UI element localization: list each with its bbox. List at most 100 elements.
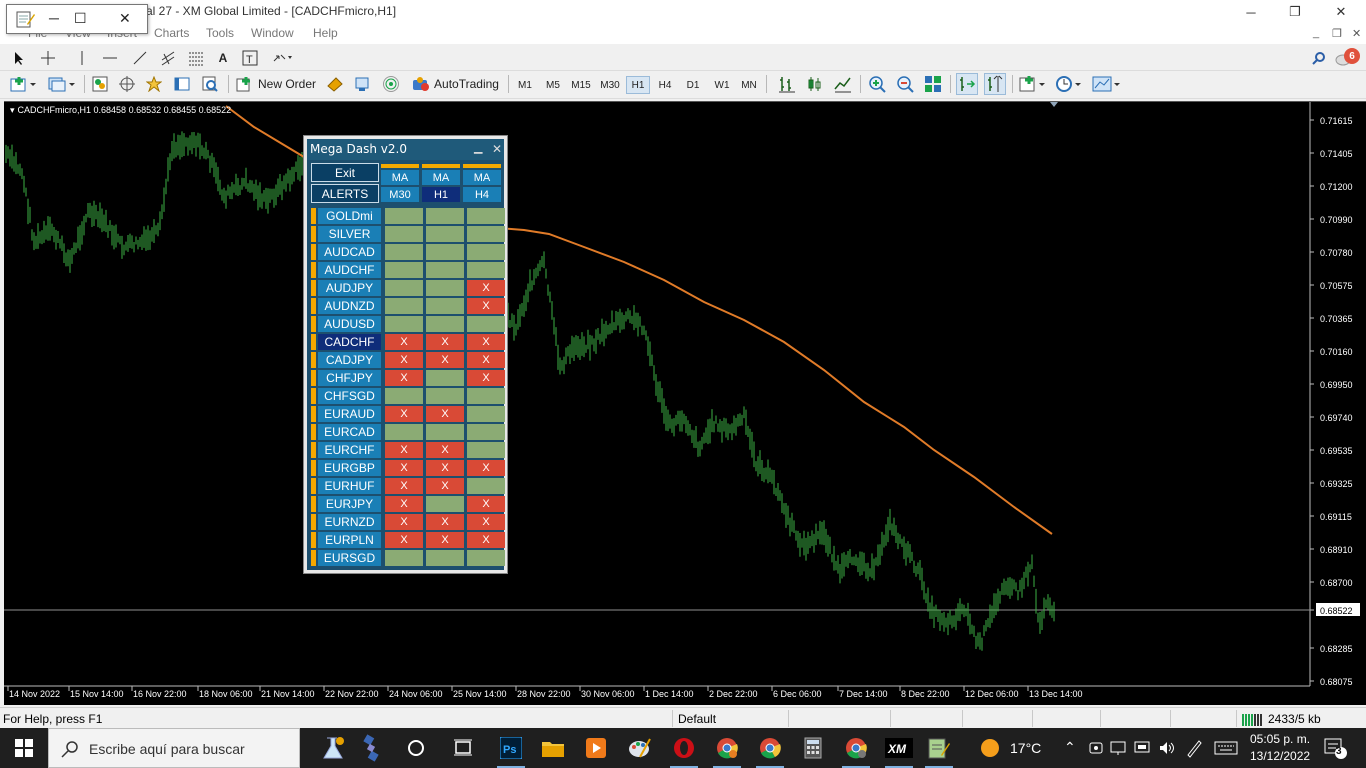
pen-icon[interactable] <box>1184 738 1204 758</box>
signal-cell[interactable]: X <box>385 370 423 386</box>
signal-cell[interactable]: X <box>426 514 464 530</box>
signal-cell[interactable]: X <box>467 532 505 548</box>
symbol-button[interactable]: CHFSGD <box>318 388 381 404</box>
weather-temperature[interactable]: 17°C <box>1010 740 1041 756</box>
terminal-icon[interactable] <box>172 73 192 95</box>
file-explorer-icon[interactable] <box>541 736 565 760</box>
symbol-row[interactable]: AUDJPY X <box>311 280 505 296</box>
timeframe-d1[interactable]: D1 <box>682 76 704 94</box>
signal-cell[interactable]: X <box>426 460 464 476</box>
symbol-row[interactable]: EURHUF X X <box>311 478 505 494</box>
channel-icon[interactable] <box>158 47 178 69</box>
science-app-icon[interactable] <box>318 736 348 760</box>
symbol-row[interactable]: EURJPY X X <box>311 496 505 512</box>
trendline-icon[interactable] <box>130 47 150 69</box>
display-icon[interactable] <box>1134 740 1152 756</box>
timeframe-w1[interactable]: W1 <box>710 76 734 94</box>
paint-icon[interactable] <box>628 736 652 760</box>
signal-cell[interactable]: X <box>467 460 505 476</box>
symbol-button[interactable]: EURNZD <box>318 514 381 530</box>
signal-cell[interactable]: X <box>467 298 505 314</box>
signal-cell[interactable]: X <box>385 442 423 458</box>
symbol-row[interactable]: CADJPY X X X <box>311 352 505 368</box>
signals-icon[interactable] <box>352 73 374 95</box>
symbol-row[interactable]: GOLDmi <box>311 208 505 224</box>
signal-cell[interactable]: X <box>426 334 464 350</box>
timeframe-mn[interactable]: MN <box>737 76 761 94</box>
symbol-row[interactable]: EURCAD <box>311 424 505 440</box>
arrows-dropdown-icon[interactable] <box>270 47 296 69</box>
cursor-icon[interactable] <box>10 47 28 69</box>
signal-cell[interactable] <box>385 316 423 332</box>
signal-cell[interactable] <box>467 442 505 458</box>
periods-icon[interactable] <box>1054 73 1084 95</box>
horizontal-line-icon[interactable] <box>100 47 120 69</box>
float-maximize-button[interactable]: ☐ <box>74 10 87 27</box>
text-label-icon[interactable]: T <box>240 47 260 69</box>
xm-app-icon[interactable]: XM <box>885 736 913 760</box>
tray-app-icon[interactable] <box>1088 740 1104 756</box>
floating-notepad-window[interactable]: ─ ☐ ✕ <box>6 4 148 34</box>
signal-cell[interactable] <box>426 226 464 242</box>
broadcast-icon[interactable] <box>380 73 402 95</box>
alerts-button[interactable]: ALERTS <box>311 184 379 203</box>
dash-close-button[interactable]: ✕ <box>492 142 502 156</box>
signal-cell[interactable] <box>467 262 505 278</box>
search-icon[interactable] <box>1310 47 1328 69</box>
symbol-row[interactable]: AUDUSD <box>311 316 505 332</box>
market-watch-icon[interactable] <box>90 73 110 95</box>
symbol-row[interactable]: EURPLN X X X <box>311 532 505 548</box>
mega-dash-panel[interactable]: Mega Dash v2.0 ▁ ✕ Exit ALERTS MA M30 MA… <box>303 135 508 574</box>
candlestick-icon[interactable] <box>804 73 826 95</box>
task-view-icon[interactable] <box>451 736 475 760</box>
signal-cell[interactable] <box>385 244 423 260</box>
symbol-button[interactable]: AUDNZD <box>318 298 381 314</box>
timeframe-m15[interactable]: M15 <box>568 76 594 94</box>
close-button[interactable]: ✕ <box>1318 0 1364 24</box>
symbol-button[interactable]: EURGBP <box>318 460 381 476</box>
signal-cell[interactable] <box>385 550 423 566</box>
symbol-row[interactable]: AUDCHF <box>311 262 505 278</box>
network-icon[interactable] <box>1110 740 1128 756</box>
signal-cell[interactable] <box>426 298 464 314</box>
symbol-button[interactable]: EURAUD <box>318 406 381 422</box>
signal-cell[interactable] <box>426 316 464 332</box>
signal-cell[interactable] <box>426 388 464 404</box>
photoshop-icon[interactable]: Ps <box>499 736 523 760</box>
chart-shift-icon[interactable] <box>984 73 1006 95</box>
fibonacci-icon[interactable] <box>186 47 206 69</box>
symbol-button[interactable]: AUDCHF <box>318 262 381 278</box>
show-hidden-icons-icon[interactable]: ⌃ <box>1064 739 1076 756</box>
expert-advisors-icon[interactable] <box>324 73 346 95</box>
signal-cell[interactable]: X <box>385 334 423 350</box>
symbol-button[interactable]: AUDCAD <box>318 244 381 260</box>
symbol-row[interactable]: CHFSGD <box>311 388 505 404</box>
minimize-button[interactable]: ─ <box>1228 0 1274 24</box>
symbol-row[interactable]: SILVER <box>311 226 505 242</box>
signal-cell[interactable]: X <box>385 514 423 530</box>
signal-cell[interactable] <box>426 280 464 296</box>
symbol-button[interactable]: GOLDmi <box>318 208 381 224</box>
signal-cell[interactable] <box>426 244 464 260</box>
symbol-button[interactable]: SILVER <box>318 226 381 242</box>
dash-title-bar[interactable]: Mega Dash v2.0 ▁ ✕ <box>307 139 504 160</box>
signal-cell[interactable]: X <box>385 532 423 548</box>
autotrading-button[interactable]: AutoTrading <box>408 73 502 95</box>
symbol-row[interactable]: EURNZD X X X <box>311 514 505 530</box>
price-chart[interactable]: 0.71615 0.71405 0.71200 0.70990 0.70780 0.705… <box>4 102 1366 706</box>
signal-cell[interactable]: X <box>426 478 464 494</box>
timeframe-m1[interactable]: M1 <box>514 76 536 94</box>
signal-cell[interactable]: X <box>426 352 464 368</box>
signal-cell[interactable] <box>426 208 464 224</box>
symbol-row[interactable]: EURSGD <box>311 550 505 566</box>
timeframe-m5[interactable]: M5 <box>542 76 564 94</box>
crosshair-icon[interactable] <box>38 47 58 69</box>
symbol-row[interactable]: EURAUD X X <box>311 406 505 422</box>
signal-cell[interactable]: X <box>385 478 423 494</box>
media-player-icon[interactable] <box>584 736 608 760</box>
signal-cell[interactable]: X <box>385 352 423 368</box>
mdi-restore-button[interactable]: ❐ <box>1332 27 1342 40</box>
symbol-button[interactable]: EURCHF <box>318 442 381 458</box>
symbol-button[interactable]: EURPLN <box>318 532 381 548</box>
zoom-in-icon[interactable] <box>866 73 888 95</box>
